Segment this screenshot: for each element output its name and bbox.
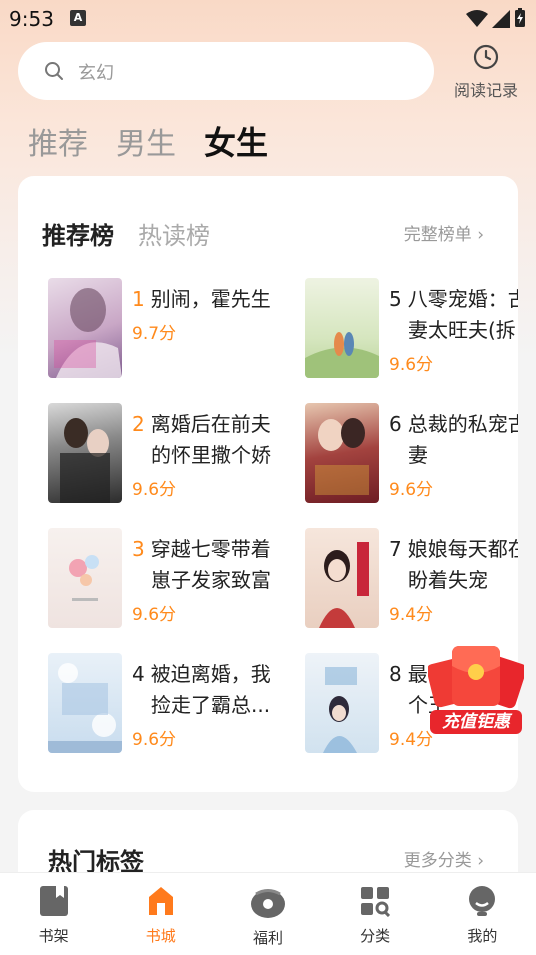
tab-hot-ranking[interactable]: 热读榜: [138, 216, 210, 251]
gift-bag-icon: [250, 889, 285, 918]
book-score: 9.6分: [389, 480, 434, 500]
book-score: 9.7分: [132, 324, 177, 344]
book-score: 9.6分: [389, 355, 434, 375]
ranking-tabs: 推荐榜 热读榜: [42, 216, 210, 251]
nav-label: 福利: [252, 929, 283, 947]
book-score: 9.6分: [132, 480, 177, 500]
profile-icon: [469, 886, 496, 916]
nav-label: 分类: [360, 927, 391, 945]
tab-recommend-ranking[interactable]: 推荐榜: [42, 216, 114, 251]
system-icons: [466, 8, 526, 28]
book-rank: 4: [132, 662, 145, 686]
book-cover: [48, 653, 122, 753]
book-title-line2: 的怀里撒个娇: [151, 443, 271, 467]
notification-badge: A: [70, 10, 86, 26]
book-cover: [48, 278, 122, 378]
nav-label: 书架: [38, 927, 69, 945]
nav-category[interactable]: 分类: [322, 873, 429, 955]
book-title: 2 离婚后在前夫: [132, 412, 271, 436]
book-item[interactable]: 6 总裁的私宠古 妻 9.6分: [305, 403, 518, 505]
book-score: 9.6分: [132, 730, 177, 750]
book-title-line2: 妻: [408, 443, 428, 467]
search-icon: [45, 62, 63, 80]
book-title-line2: 盼着失宠: [408, 568, 488, 592]
book-title: 4 被迫离婚，我: [132, 662, 271, 686]
status-time: 9:53: [9, 7, 54, 31]
gender-tabs: 推荐 男生 女生: [28, 118, 268, 164]
nav-label: 书城: [145, 927, 176, 945]
signal-icon: [492, 10, 510, 28]
book-cover: [305, 403, 379, 503]
book-score: 9.6分: [132, 605, 177, 625]
book-rank: 1: [132, 287, 145, 311]
nav-bookstore[interactable]: 书城: [107, 873, 214, 955]
wifi-icon: [466, 10, 488, 27]
book-item[interactable]: 1 别闹，霍先生 9.7分: [48, 278, 308, 380]
book-title-line2: 妻太旺夫(拆: [408, 318, 516, 342]
full-ranking-link[interactable]: 完整榜单 ›: [404, 220, 484, 245]
category-icon: [361, 887, 391, 918]
recharge-promo-badge[interactable]: 充值钜惠: [426, 644, 527, 738]
tab-recommend[interactable]: 推荐: [28, 119, 88, 163]
book-title: 7 娘娘每天都在: [389, 537, 518, 561]
book-title: 6 总裁的私宠古: [389, 412, 518, 436]
book-cover: [305, 278, 379, 378]
nav-bookshelf[interactable]: 书架: [0, 873, 107, 955]
reading-history-label: 阅读记录: [453, 81, 518, 100]
clock-icon: [473, 44, 499, 70]
book-title-line2: 捡走了霸总...: [151, 693, 271, 717]
book-title: 1 别闹，霍先生: [132, 287, 271, 311]
book-rank: 5: [389, 287, 402, 311]
search-placeholder: 玄幻: [78, 63, 114, 84]
book-item[interactable]: 5 八零宠婚：古 妻太旺夫(拆 9.6分: [305, 278, 518, 380]
book-item[interactable]: 3 穿越七零带着 崽子发家致富 9.6分: [48, 528, 308, 630]
bookshelf-icon: [39, 886, 68, 916]
reading-history-button[interactable]: 阅读记录: [446, 44, 526, 101]
book-title: 3 穿越七零带着: [132, 537, 271, 561]
book-rank: 2: [132, 412, 145, 436]
book-item[interactable]: 7 娘娘每天都在 盼着失宠 9.4分: [305, 528, 518, 630]
book-cover: [48, 403, 122, 503]
nav-profile[interactable]: 我的: [429, 873, 536, 955]
status-bar: 9:53 A: [0, 0, 536, 36]
book-title-line2: 崽子发家致富: [151, 568, 271, 592]
bookstore-icon: [148, 887, 173, 915]
book-cover: [48, 528, 122, 628]
nav-label: 我的: [467, 927, 498, 945]
recharge-promo-label: 充值钜惠: [442, 712, 510, 732]
book-rank: 6: [389, 412, 402, 436]
battery-icon: [515, 8, 525, 27]
book-rank: 3: [132, 537, 145, 561]
book-title: 5 八零宠婚：古: [389, 287, 518, 311]
book-cover: [305, 528, 379, 628]
book-rank: 7: [389, 537, 402, 561]
book-item[interactable]: 2 离婚后在前夫 的怀里撒个娇 9.6分: [48, 403, 308, 505]
book-rank: 8: [389, 662, 402, 686]
tab-male[interactable]: 男生: [116, 119, 176, 163]
book-score: 9.4分: [389, 605, 434, 625]
tab-female[interactable]: 女生: [204, 118, 268, 164]
book-item[interactable]: 4 被迫离婚，我 捡走了霸总... 9.6分: [48, 653, 308, 755]
nav-welfare[interactable]: 福利: [214, 873, 321, 955]
book-cover: [305, 653, 379, 753]
bottom-navigation: 书架 书城 福利 分类 我的: [0, 872, 536, 955]
more-categories-link[interactable]: 更多分类 ›: [404, 846, 484, 871]
search-bar[interactable]: 玄幻: [18, 42, 434, 100]
